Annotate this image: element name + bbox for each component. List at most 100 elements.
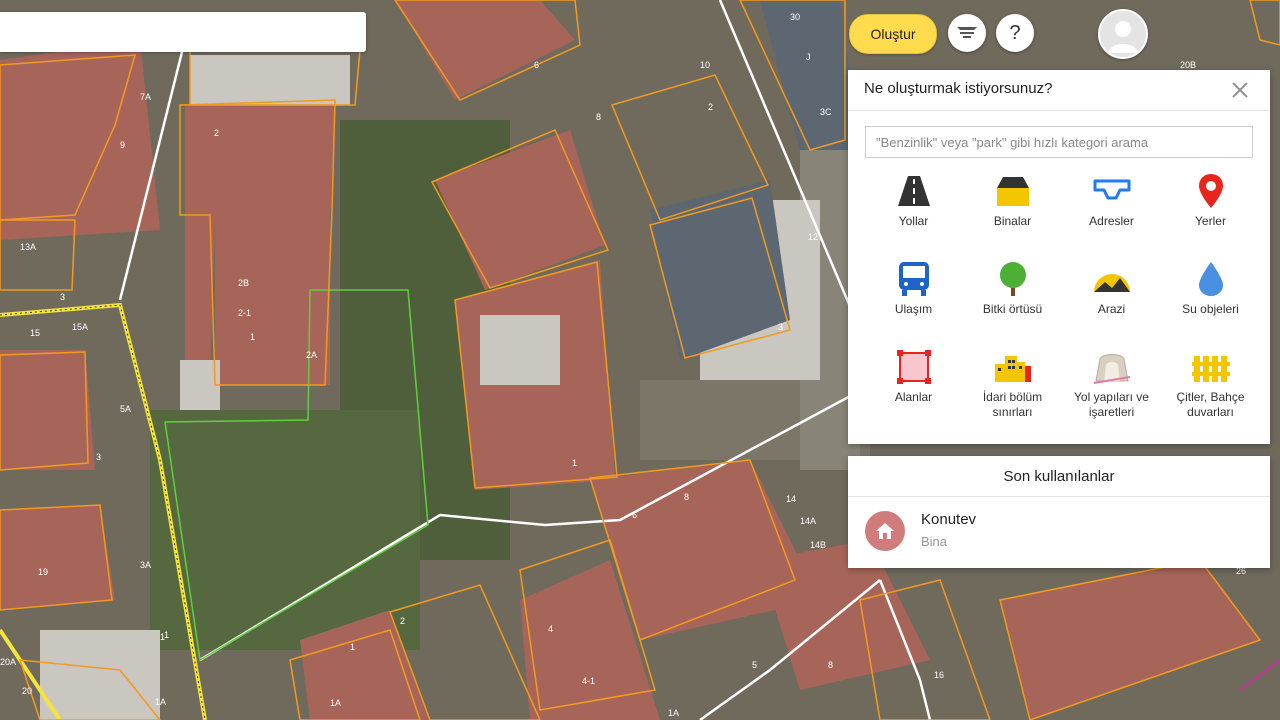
map-label: 1: [572, 458, 577, 468]
category-fences[interactable]: Çitler, Bahçe duvarları: [1161, 348, 1260, 438]
map-label: 7A: [140, 92, 151, 102]
map-label: 20B: [1180, 60, 1196, 70]
area-icon: [896, 350, 931, 384]
fence-icon: [1191, 356, 1230, 382]
layers-icon: [957, 27, 977, 38]
category-search-input[interactable]: [865, 126, 1253, 158]
map-label: 5A: [120, 404, 131, 414]
help-button[interactable]: ?: [996, 14, 1034, 52]
category-places[interactable]: Yerler: [1161, 172, 1260, 260]
category-label: Bitki örtüsü: [982, 302, 1043, 316]
map-label: 13A: [20, 242, 36, 252]
map-label: 8: [684, 492, 689, 502]
map-label: 12: [808, 232, 818, 242]
map-label: 1A: [155, 697, 166, 707]
admin-boundary-icon: [994, 356, 1031, 382]
help-icon: ?: [1009, 21, 1021, 44]
category-areas[interactable]: Alanlar: [864, 348, 963, 438]
map-label: 5: [752, 660, 757, 670]
map-label: 4-1: [582, 676, 595, 686]
top-search-bar[interactable]: [0, 12, 366, 52]
close-button[interactable]: [1230, 80, 1250, 100]
map-label: 2-1: [238, 308, 251, 318]
recent-item-title: Konutev: [921, 511, 977, 528]
tree-icon: [999, 262, 1026, 296]
tunnel-icon: [1093, 354, 1130, 384]
map-label: 1A: [668, 708, 679, 718]
map-label: 20: [22, 686, 32, 696]
map-label: 10: [700, 60, 710, 70]
map-label: 16: [934, 670, 944, 680]
category-admin-boundaries[interactable]: İdari bölüm sınırları: [963, 348, 1062, 438]
map-label: 20A: [0, 657, 16, 667]
category-label: Arazi: [1097, 302, 1126, 316]
category-water[interactable]: Su objeleri: [1161, 260, 1260, 348]
category-grid: Yollar Binalar Adresler Yerler Ulaşım Bi…: [864, 172, 1260, 438]
category-label: Binalar: [993, 214, 1032, 228]
category-label: Çitler, Bahçe duvarları: [1176, 390, 1245, 419]
map-label: 1: [160, 632, 165, 642]
map-label: 1: [250, 332, 255, 342]
map-label: 2: [708, 102, 713, 112]
category-label: Yol yapıları ve işaretleri: [1074, 390, 1149, 419]
category-roads[interactable]: Yollar: [864, 172, 963, 260]
map-label: 2: [214, 128, 219, 138]
divider: [848, 110, 1270, 111]
map-label: 9: [120, 140, 125, 150]
category-buildings[interactable]: Binalar: [963, 172, 1062, 260]
category-road-structures[interactable]: Yol yapıları ve işaretleri: [1062, 348, 1161, 438]
map-label: 15A: [72, 322, 88, 332]
category-label: Alanlar: [894, 390, 933, 404]
building-icon: [996, 177, 1029, 206]
terrain-icon: [1093, 274, 1130, 292]
map-label: 8: [596, 112, 601, 122]
address-icon: [1093, 179, 1130, 200]
map-label: 1: [350, 642, 355, 652]
recent-item[interactable]: Konutev Bina: [848, 497, 1270, 568]
map-label: 14: [786, 494, 796, 504]
recent-item-subtitle: Bina: [921, 534, 948, 549]
map-label: 2B: [238, 278, 249, 288]
map-label: 3C: [820, 107, 832, 117]
road-icon: [897, 176, 930, 206]
close-icon: [1232, 82, 1248, 98]
recent-panel: Son kullanılanlar Konutev Bina: [848, 456, 1270, 568]
category-label: Adresler: [1089, 214, 1134, 228]
map-label: 15: [30, 328, 40, 338]
layers-button[interactable]: [948, 14, 986, 52]
map-label: 1A: [330, 698, 341, 708]
category-transport[interactable]: Ulaşım: [864, 260, 963, 348]
map-label: 3: [60, 292, 65, 302]
avatar[interactable]: [1098, 9, 1148, 59]
category-label: Ulaşım: [894, 302, 933, 316]
place-pin-icon: [1198, 174, 1223, 208]
create-panel: Ne oluşturmak istiyorsunuz? Yollar: [848, 70, 1270, 444]
map-label: 6: [534, 60, 539, 70]
map-label: J: [806, 52, 811, 62]
category-terrain[interactable]: Arazi: [1062, 260, 1161, 348]
recent-title: Son kullanılanlar: [1003, 467, 1115, 485]
category-vegetation[interactable]: Bitki örtüsü: [963, 260, 1062, 348]
map-label: 14A: [800, 516, 816, 526]
bus-icon: [898, 262, 929, 296]
map-label: 19: [38, 567, 48, 577]
category-label: İdari bölüm sınırları: [982, 390, 1043, 419]
water-drop-icon: [1198, 262, 1223, 296]
map-label: 2A: [306, 350, 317, 360]
category-label: Su objeleri: [1182, 302, 1239, 316]
map-label: 8: [828, 660, 833, 670]
user-icon: [1100, 11, 1146, 57]
map-label: 30: [790, 12, 800, 22]
category-label: Yerler: [1195, 214, 1226, 228]
map-label: 14B: [810, 540, 826, 550]
map-label: 2: [400, 616, 405, 626]
category-label: Yollar: [898, 214, 929, 228]
map-label: 3: [778, 322, 783, 332]
panel-title: Ne oluşturmak istiyorsunuz?: [864, 80, 1053, 97]
map-label: 6: [632, 510, 637, 520]
map-label: 3A: [140, 560, 151, 570]
map-label: 4: [548, 624, 553, 634]
house-icon: [865, 511, 905, 551]
create-button[interactable]: Oluştur: [849, 14, 937, 54]
category-addresses[interactable]: Adresler: [1062, 172, 1161, 260]
